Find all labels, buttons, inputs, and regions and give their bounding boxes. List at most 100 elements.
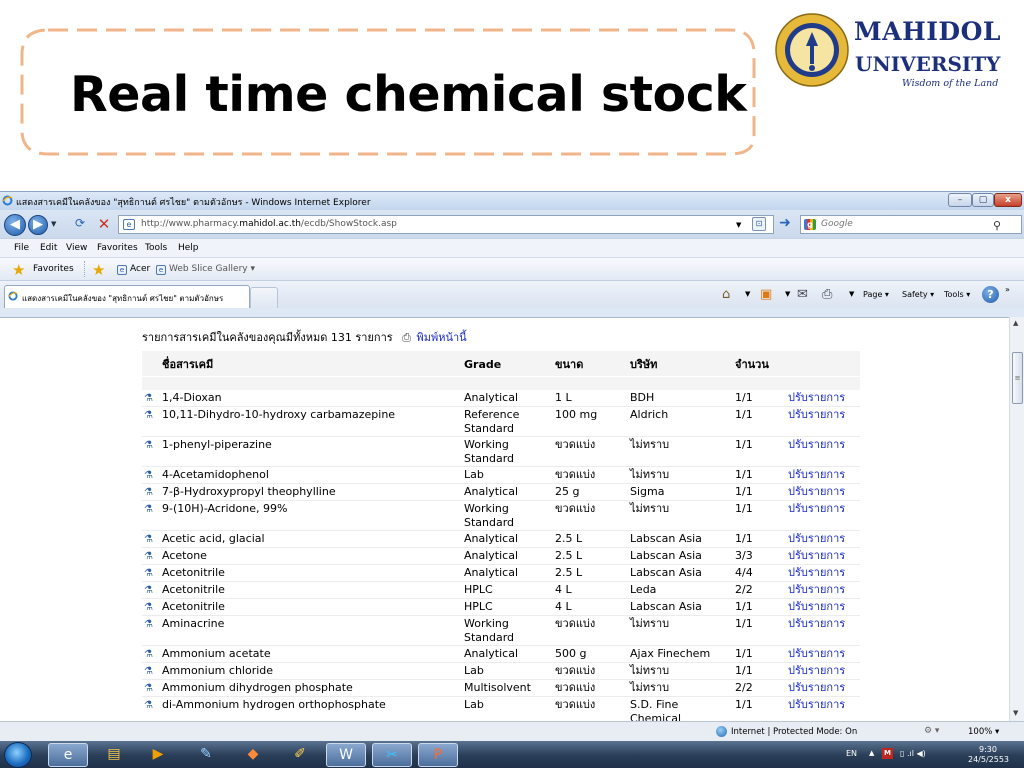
cell-action[interactable]: ปรับรายการ xyxy=(785,581,860,599)
cell-action[interactable]: ปรับรายการ xyxy=(785,679,860,697)
taskbar-paint-icon[interactable]: ✎ xyxy=(186,743,226,767)
cell-action[interactable]: ปรับรายการ xyxy=(785,500,860,531)
menu-view[interactable]: View xyxy=(66,243,87,253)
taskbar-word-icon[interactable]: W xyxy=(326,743,366,767)
stop-icon[interactable]: ✕ xyxy=(94,215,114,233)
go-arrow-icon[interactable]: ➜ xyxy=(776,215,794,234)
cell-action[interactable]: ปรับรายการ xyxy=(785,615,860,646)
menu-tools[interactable]: Tools xyxy=(145,243,167,253)
cell-grade: Analytical xyxy=(461,389,552,407)
help-icon[interactable]: ? xyxy=(982,286,999,303)
printer-icon[interactable]: ⎙ xyxy=(402,331,411,344)
page-menu[interactable]: Page ▾ xyxy=(863,290,889,299)
favorites-button[interactable]: Favorites xyxy=(33,264,74,274)
tray-app-icon[interactable]: M xyxy=(882,748,893,759)
cell-company: BDH xyxy=(627,389,732,407)
print-toolbar-icon[interactable]: ⎙ xyxy=(822,287,832,302)
new-tab-button[interactable] xyxy=(250,287,278,308)
university-seal-icon xyxy=(775,13,849,87)
refresh-icon[interactable]: ⟳ xyxy=(70,216,90,234)
menu-file[interactable]: File xyxy=(14,243,29,253)
cell-quantity: 1/1 xyxy=(732,483,785,501)
favorites-star-icon[interactable]: ★ xyxy=(12,261,25,279)
show-hidden-icons-icon[interactable]: ▲ xyxy=(869,749,874,757)
print-page-link[interactable]: พิมพ์หน้านี้ xyxy=(416,331,466,344)
address-input[interactable]: e http://www.pharmacy.mahidol.ac.th/ecdb… xyxy=(118,215,774,234)
page-icon: e xyxy=(117,265,127,275)
chemical-flask-icon: ⚗ xyxy=(144,486,153,498)
cell-action[interactable]: ปรับรายการ xyxy=(785,466,860,484)
cell-action[interactable]: ปรับรายการ xyxy=(785,389,860,407)
cell-grade: Working Standard xyxy=(461,615,552,646)
window-titlebar[interactable]: แสดงสารเคมีในคลังของ "สุทธิกานต์ ศรไชย" … xyxy=(0,192,1024,210)
cell-quantity: 1/1 xyxy=(732,436,785,467)
tray-network-volume-icon[interactable]: ▯ .ıl ◀) xyxy=(900,749,926,758)
taskbar-media-player-icon[interactable]: ▶ xyxy=(138,743,178,767)
scroll-up-icon[interactable]: ▲ xyxy=(1013,319,1018,327)
protected-mode-icon[interactable]: ⚙ ▾ xyxy=(924,726,939,736)
back-button[interactable]: ◀ xyxy=(4,214,26,236)
taskbar-app-icon[interactable]: ◆ xyxy=(233,743,273,767)
menu-edit[interactable]: Edit xyxy=(40,243,57,253)
vertical-scrollbar[interactable]: ▲ ≡ ▼ xyxy=(1009,317,1024,721)
scroll-thumb[interactable]: ≡ xyxy=(1012,352,1023,404)
cell-action[interactable]: ปรับรายการ xyxy=(785,483,860,501)
address-dropdown-icon[interactable]: ▼ xyxy=(736,221,741,229)
cell-quantity: 1/1 xyxy=(732,662,785,680)
row-icon-cell: ⚗ xyxy=(142,483,159,501)
feeds-dropdown-icon[interactable]: ▼ xyxy=(785,290,790,298)
page-icon: e xyxy=(156,265,166,275)
menu-help[interactable]: Help xyxy=(178,243,199,253)
cell-action[interactable]: ปรับรายการ xyxy=(785,436,860,467)
read-mail-icon[interactable]: ✉ xyxy=(797,287,808,302)
row-icon-cell: ⚗ xyxy=(142,696,159,721)
tab-active[interactable]: แสดงสารเคมีในคลังของ "สุทธิกานต์ ศรไชย" … xyxy=(4,285,250,308)
taskbar-sticky-icon[interactable]: ✐ xyxy=(280,743,320,767)
close-button[interactable]: x xyxy=(994,193,1022,207)
cell-grade: Working Standard xyxy=(461,436,552,467)
security-zone-text: Internet | Protected Mode: On xyxy=(731,727,858,737)
fav-link-web-slice-gallery[interactable]: e Web Slice Gallery ▾ xyxy=(156,264,255,275)
cell-action[interactable]: ปรับรายการ xyxy=(785,530,860,548)
language-indicator[interactable]: EN xyxy=(846,749,857,758)
menu-favorites[interactable]: Favorites xyxy=(97,243,138,253)
home-dropdown-icon[interactable]: ▼ xyxy=(745,290,750,298)
toolbar-overflow-icon[interactable]: » xyxy=(1005,285,1010,294)
taskbar-powerpoint-icon[interactable]: P xyxy=(418,743,458,767)
feeds-icon[interactable]: ▣ xyxy=(760,287,772,302)
search-input[interactable]: g Google ⚲ xyxy=(800,215,1022,234)
clock[interactable]: 9:30 24/5/2553 xyxy=(968,745,1009,765)
add-favorite-icon[interactable]: ★ xyxy=(92,261,105,279)
scroll-down-icon[interactable]: ▼ xyxy=(1013,709,1018,717)
cell-action[interactable]: ปรับรายการ xyxy=(785,696,860,721)
table-row: ⚗ Ammonium dihydrogen phosphate Multisolve… xyxy=(142,679,860,697)
browser-window: แสดงสารเคมีในคลังของ "สุทธิกานต์ ศรไชย" … xyxy=(0,191,1024,768)
cell-action[interactable]: ปรับรายการ xyxy=(785,662,860,680)
taskbar-ie-icon[interactable]: e xyxy=(48,743,88,767)
taskbar-snipping-icon[interactable]: ✂ xyxy=(372,743,412,767)
table-row: ⚗ Acetonitrile Analytical 2.5 L Labscan Asia… xyxy=(142,564,860,582)
maximize-button[interactable]: ▢ xyxy=(972,193,994,207)
minimize-button[interactable]: – xyxy=(948,193,972,207)
cell-action[interactable]: ปรับรายการ xyxy=(785,645,860,663)
cell-action[interactable]: ปรับรายการ xyxy=(785,598,860,616)
taskbar-explorer-icon[interactable]: ▤ xyxy=(94,743,134,767)
forward-button[interactable]: ▶ xyxy=(28,215,48,235)
cell-size: ขวดแบ่ง xyxy=(552,679,627,697)
zoom-level[interactable]: 100% ▾ xyxy=(968,727,999,737)
tools-menu[interactable]: Tools ▾ xyxy=(944,290,970,299)
row-icon-cell: ⚗ xyxy=(142,466,159,484)
cell-action[interactable]: ปรับรายการ xyxy=(785,406,860,437)
cell-size: ขวดแบ่ง xyxy=(552,696,627,721)
fav-link-acer[interactable]: e Acer xyxy=(117,264,150,275)
cell-action[interactable]: ปรับรายการ xyxy=(785,564,860,582)
home-icon[interactable]: ⌂ xyxy=(722,287,730,302)
compatibility-view-icon[interactable]: ⊡ xyxy=(752,217,766,231)
windows-taskbar: e ▤ ▶ ✎ ◆ ✐ W ✂ P EN ▲ M ▯ .ıl ◀) 9:30 2… xyxy=(0,741,1024,768)
search-icon[interactable]: ⚲ xyxy=(993,217,1001,234)
history-dropdown-icon[interactable]: ▼ xyxy=(51,220,56,228)
safety-menu[interactable]: Safety ▾ xyxy=(902,290,934,299)
cell-action[interactable]: ปรับรายการ xyxy=(785,547,860,565)
print-dropdown-icon[interactable]: ▼ xyxy=(849,290,854,298)
start-button[interactable] xyxy=(4,742,32,768)
